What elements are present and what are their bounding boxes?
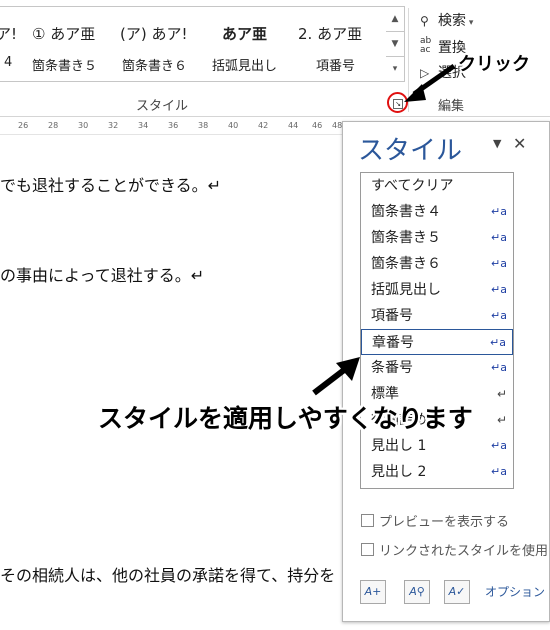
search-button[interactable]: ⚲ 検索 ▾ bbox=[420, 10, 473, 30]
gallery-style-preview[interactable]: あア亜 bbox=[222, 23, 267, 44]
ruler-label: 48 bbox=[332, 121, 343, 130]
linked-style-icon: ↵a bbox=[491, 309, 507, 322]
manage-styles-icon: A✓ bbox=[448, 585, 466, 598]
styles-group-label: スタイル bbox=[136, 99, 189, 114]
ruler-label: 30 bbox=[78, 121, 89, 130]
disable-linked-styles-label: リンクされたスタイルを使用不 bbox=[379, 544, 547, 559]
style-item-label: 見出し 1 bbox=[371, 438, 427, 454]
new-style-button[interactable]: A+ bbox=[360, 580, 386, 604]
gallery-style-label: 項番号 bbox=[316, 59, 356, 74]
ruler-label: 42 bbox=[258, 121, 269, 130]
linked-style-icon: ↵a bbox=[491, 361, 507, 374]
ruler-label: 32 bbox=[108, 121, 119, 130]
new-style-icon: A+ bbox=[364, 585, 382, 598]
feature-callout-label: スタイルを適用しやすくなります bbox=[98, 404, 473, 433]
horizontal-ruler[interactable]: 26 28 30 32 34 36 38 40 42 44 46 48 bbox=[0, 118, 342, 135]
options-link[interactable]: オプション bbox=[485, 583, 545, 600]
style-item-label: すべてクリア bbox=[371, 178, 454, 194]
search-label: 検索 bbox=[438, 13, 466, 29]
show-preview-checkbox[interactable]: プレビューを表示する bbox=[361, 511, 509, 530]
linked-style-icon: ↵a bbox=[491, 205, 507, 218]
linked-style-icon: ↵a bbox=[490, 336, 506, 349]
style-item-clear-all[interactable]: すべてクリア bbox=[361, 173, 513, 199]
document-text-line[interactable]: でも退社することができる。↵ bbox=[0, 172, 221, 196]
gallery-style-label: 4 bbox=[4, 55, 13, 70]
style-inspector-button[interactable]: A⚲ bbox=[404, 580, 430, 604]
checkbox-icon[interactable] bbox=[361, 514, 374, 527]
gallery-style-preview[interactable]: ア! bbox=[0, 23, 17, 44]
gallery-style-label: 箇条書き５ bbox=[32, 59, 98, 74]
style-item-label: 箇条書き４ bbox=[371, 204, 441, 220]
style-item[interactable]: 見出し 1 ↵a bbox=[361, 433, 513, 459]
gallery-style-label: 括弧見出し bbox=[212, 59, 278, 74]
styles-pane: スタイル ▼ ✕ すべてクリア 箇条書き４ ↵a 箇条書き５ ↵a 箇条書き６ ↵a … bbox=[342, 121, 550, 622]
gallery-style-preview[interactable]: ① あア亜 bbox=[32, 23, 95, 44]
style-gallery[interactable]: ア! ① あア亜 (ア) あア! あア亜 2. あア亜 4 箇条書き５ 箇条書き… bbox=[0, 6, 387, 82]
style-item-label: 章番号 bbox=[372, 335, 414, 351]
gallery-style-preview[interactable]: (ア) あア! bbox=[120, 23, 188, 44]
style-item-label: 括弧見出し bbox=[371, 282, 441, 298]
style-item[interactable]: 項番号 ↵a bbox=[361, 303, 513, 329]
paragraph-style-icon: ↵ bbox=[496, 413, 507, 427]
callout-arrow-icon bbox=[312, 357, 360, 396]
gallery-scroll-down-icon[interactable]: ▼ bbox=[386, 32, 404, 57]
document-text-line[interactable]: その相続人は、他の社員の承諾を得て、持分を bbox=[0, 562, 335, 586]
document-page[interactable]: でも退社することができる。↵ の事由によって退社する。↵ bbox=[0, 136, 342, 630]
style-item[interactable]: 箇条書き６ ↵a bbox=[361, 251, 513, 277]
ruler-label: 26 bbox=[18, 121, 29, 130]
style-item[interactable]: 括弧見出し ↵a bbox=[361, 277, 513, 303]
checkbox-icon[interactable] bbox=[361, 543, 374, 556]
click-callout-label: クリック bbox=[458, 54, 530, 75]
close-icon[interactable]: ✕ bbox=[513, 134, 526, 153]
ruler-label: 36 bbox=[168, 121, 179, 130]
linked-style-icon: ↵a bbox=[491, 257, 507, 270]
ruler-label: 28 bbox=[48, 121, 59, 130]
style-item-label: 項番号 bbox=[371, 308, 413, 324]
style-item[interactable]: 箇条書き４ ↵a bbox=[361, 199, 513, 225]
gallery-style-label: 箇条書き６ bbox=[122, 59, 188, 74]
pane-options-dropdown-icon[interactable]: ▼ bbox=[493, 137, 501, 150]
styles-pane-title: スタイル bbox=[358, 136, 463, 166]
binoculars-icon: ⚲ bbox=[420, 14, 429, 28]
style-list[interactable]: すべてクリア 箇条書き４ ↵a 箇条書き５ ↵a 箇条書き６ ↵a 括弧見出し ↵a 項… bbox=[360, 172, 514, 489]
gallery-scroll-up-icon[interactable]: ▲ bbox=[386, 7, 404, 32]
ruler-label: 40 bbox=[228, 121, 239, 130]
disable-linked-styles-checkbox[interactable]: リンクされたスタイルを使用不 bbox=[361, 540, 547, 559]
style-inspector-icon: A⚲ bbox=[409, 585, 425, 598]
ruler-label: 46 bbox=[312, 121, 323, 130]
linked-style-icon: ↵a bbox=[491, 283, 507, 296]
replace-icon: ab ac bbox=[420, 36, 432, 55]
style-item[interactable]: 見出し 2 ↵a bbox=[361, 459, 513, 485]
show-preview-label: プレビューを表示する bbox=[379, 515, 510, 530]
style-item-label: 箇条書き６ bbox=[371, 256, 441, 272]
style-item[interactable]: 条番号 ↵a bbox=[361, 355, 513, 381]
linked-style-icon: ↵a bbox=[491, 439, 507, 452]
linked-style-icon: ↵a bbox=[491, 231, 507, 244]
ruler-label: 44 bbox=[288, 121, 299, 130]
style-item-selected[interactable]: 章番号 ↵a bbox=[361, 329, 513, 355]
manage-styles-button[interactable]: A✓ bbox=[444, 580, 470, 604]
ruler-label: 38 bbox=[198, 121, 209, 130]
document-text-line[interactable]: の事由によって退社する。↵ bbox=[0, 262, 204, 286]
linked-style-icon: ↵a bbox=[491, 465, 507, 478]
style-item-label: 箇条書き５ bbox=[371, 230, 441, 246]
style-item[interactable]: 箇条書き５ ↵a bbox=[361, 225, 513, 251]
style-item-label: 見出し 2 bbox=[371, 464, 427, 480]
click-arrow-icon bbox=[404, 63, 456, 102]
style-item-label: 条番号 bbox=[371, 360, 413, 376]
ruler-label: 34 bbox=[138, 121, 149, 130]
paragraph-style-icon: ↵ bbox=[496, 387, 507, 401]
gallery-style-preview[interactable]: 2. あア亜 bbox=[298, 23, 362, 44]
